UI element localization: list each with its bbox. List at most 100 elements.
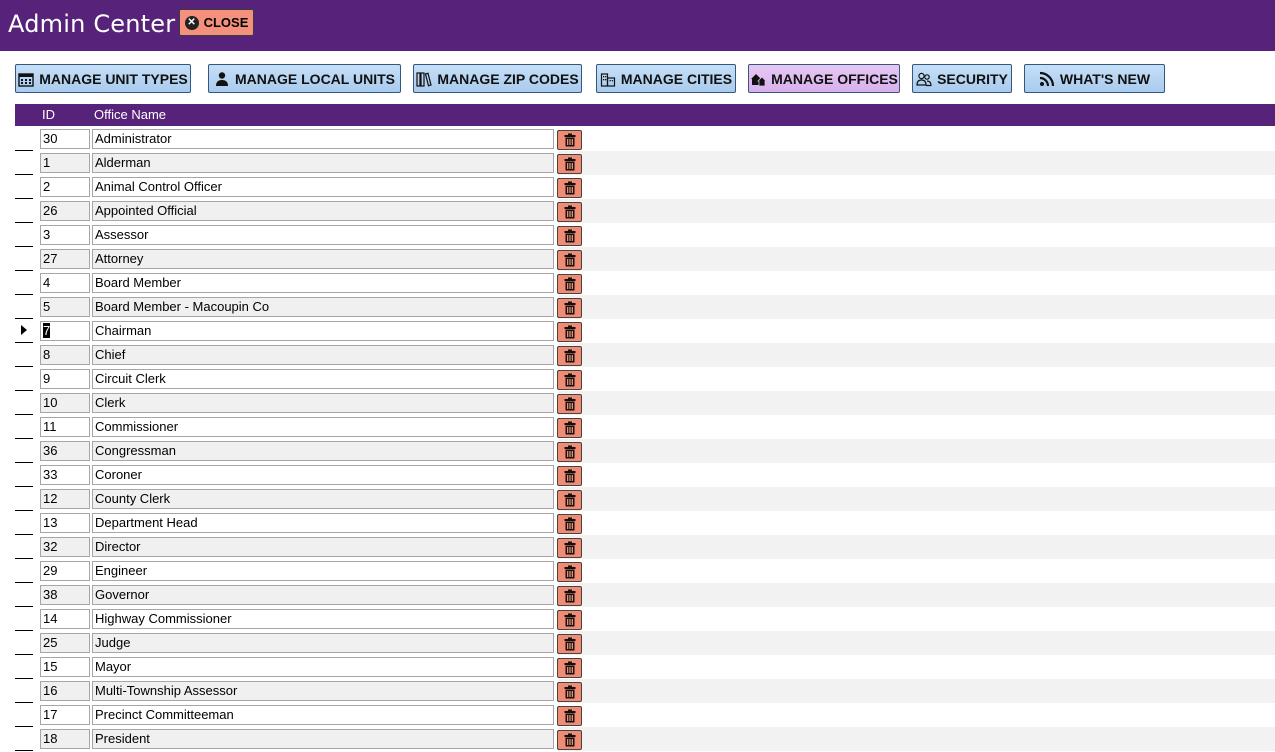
record-selector[interactable] — [15, 151, 33, 175]
office-name-field[interactable]: Department Head — [92, 513, 554, 533]
record-selector[interactable] — [15, 175, 33, 199]
office-name-field[interactable]: Mayor — [92, 657, 554, 677]
record-selector[interactable] — [15, 607, 33, 631]
delete-row-button[interactable] — [557, 490, 582, 510]
office-id-field[interactable]: 17 — [40, 705, 90, 725]
record-selector[interactable] — [15, 655, 33, 679]
office-id-field[interactable]: 11 — [40, 417, 90, 437]
record-selector[interactable] — [15, 223, 33, 247]
toolbar-button-manage-zip-codes[interactable]: MANAGE ZIP CODES — [413, 64, 582, 93]
record-selector[interactable] — [15, 127, 33, 151]
office-name-field[interactable]: Board Member - Macoupin Co — [92, 297, 554, 317]
office-name-field[interactable]: Commissioner — [92, 417, 554, 437]
delete-row-button[interactable] — [557, 658, 582, 678]
delete-row-button[interactable] — [557, 418, 582, 438]
delete-row-button[interactable] — [557, 442, 582, 462]
record-selector[interactable] — [15, 463, 33, 487]
delete-row-button[interactable] — [557, 130, 582, 150]
office-name-field[interactable]: Highway Commissioner — [92, 609, 554, 629]
office-name-field[interactable]: Coroner — [92, 465, 554, 485]
record-selector[interactable] — [15, 295, 33, 319]
delete-row-button[interactable] — [557, 466, 582, 486]
office-id-field[interactable]: 14 — [40, 609, 90, 629]
office-name-field[interactable]: Alderman — [92, 153, 554, 173]
record-selector[interactable] — [15, 511, 33, 535]
office-id-field[interactable]: 36 — [40, 441, 90, 461]
office-name-field[interactable]: Animal Control Officer — [92, 177, 554, 197]
toolbar-button-what-s-new[interactable]: WHAT'S NEW — [1024, 64, 1165, 93]
delete-row-button[interactable] — [557, 226, 582, 246]
office-id-field[interactable]: 18 — [40, 729, 90, 749]
record-selector[interactable] — [15, 199, 33, 223]
office-id-field[interactable]: 3 — [40, 225, 90, 245]
office-name-field[interactable]: Appointed Official — [92, 201, 554, 221]
delete-row-button[interactable] — [557, 154, 582, 174]
record-selector[interactable] — [15, 703, 33, 727]
record-selector[interactable] — [15, 247, 33, 271]
delete-row-button[interactable] — [557, 178, 582, 198]
delete-row-button[interactable] — [557, 538, 582, 558]
office-name-field[interactable]: President — [92, 729, 554, 749]
office-id-field[interactable]: 5 — [40, 297, 90, 317]
office-id-field[interactable]: 25 — [40, 633, 90, 653]
office-name-field[interactable]: Director — [92, 537, 554, 557]
record-selector[interactable] — [15, 367, 33, 391]
office-name-field[interactable]: Chief — [92, 345, 554, 365]
delete-row-button[interactable] — [557, 514, 582, 534]
office-id-field[interactable]: 9 — [40, 369, 90, 389]
office-id-field[interactable]: 26 — [40, 201, 90, 221]
delete-row-button[interactable] — [557, 634, 582, 654]
office-name-field[interactable]: Congressman — [92, 441, 554, 461]
office-id-field[interactable]: 29 — [40, 561, 90, 581]
office-id-field[interactable]: 33 — [40, 465, 90, 485]
office-name-field[interactable]: Circuit Clerk — [92, 369, 554, 389]
office-id-field[interactable]: 13 — [40, 513, 90, 533]
office-id-field[interactable]: 7 — [40, 321, 90, 341]
delete-row-button[interactable] — [557, 274, 582, 294]
delete-row-button[interactable] — [557, 298, 582, 318]
record-selector[interactable] — [15, 271, 33, 295]
delete-row-button[interactable] — [557, 682, 582, 702]
office-id-field[interactable]: 30 — [40, 129, 90, 149]
office-id-field[interactable]: 27 — [40, 249, 90, 269]
office-id-field[interactable]: 10 — [40, 393, 90, 413]
record-selector[interactable] — [15, 391, 33, 415]
delete-row-button[interactable] — [557, 250, 582, 270]
toolbar-button-manage-unit-types[interactable]: MANAGE UNIT TYPES — [15, 64, 191, 93]
delete-row-button[interactable] — [557, 202, 582, 222]
office-name-field[interactable]: Attorney — [92, 249, 554, 269]
office-id-field[interactable]: 32 — [40, 537, 90, 557]
office-id-field[interactable]: 4 — [40, 273, 90, 293]
record-selector[interactable] — [15, 487, 33, 511]
office-name-field[interactable]: Assessor — [92, 225, 554, 245]
record-selector[interactable] — [15, 559, 33, 583]
record-selector[interactable] — [15, 679, 33, 703]
office-name-field[interactable]: Clerk — [92, 393, 554, 413]
office-id-field[interactable]: 16 — [40, 681, 90, 701]
delete-row-button[interactable] — [557, 586, 582, 606]
office-id-field[interactable]: 8 — [40, 345, 90, 365]
office-name-field[interactable]: Multi-Township Assessor — [92, 681, 554, 701]
record-selector[interactable] — [15, 343, 33, 367]
delete-row-button[interactable] — [557, 394, 582, 414]
delete-row-button[interactable] — [557, 370, 582, 390]
office-name-field[interactable]: Board Member — [92, 273, 554, 293]
record-selector[interactable] — [15, 319, 33, 343]
toolbar-button-security[interactable]: SECURITY — [912, 64, 1012, 93]
delete-row-button[interactable] — [557, 610, 582, 630]
office-name-field[interactable]: Governor — [92, 585, 554, 605]
office-name-field[interactable]: Chairman — [92, 321, 554, 341]
office-id-field[interactable]: 2 — [40, 177, 90, 197]
record-selector[interactable] — [15, 415, 33, 439]
office-id-field[interactable]: 12 — [40, 489, 90, 509]
office-id-field[interactable]: 1 — [40, 153, 90, 173]
delete-row-button[interactable] — [557, 562, 582, 582]
office-id-field[interactable]: 15 — [40, 657, 90, 677]
office-name-field[interactable]: Administrator — [92, 129, 554, 149]
record-selector[interactable] — [15, 727, 33, 751]
office-id-field[interactable]: 38 — [40, 585, 90, 605]
office-name-field[interactable]: Judge — [92, 633, 554, 653]
office-name-field[interactable]: Engineer — [92, 561, 554, 581]
toolbar-button-manage-offices[interactable]: MANAGE OFFICES — [748, 64, 900, 93]
office-name-field[interactable]: Precinct Committeeman — [92, 705, 554, 725]
